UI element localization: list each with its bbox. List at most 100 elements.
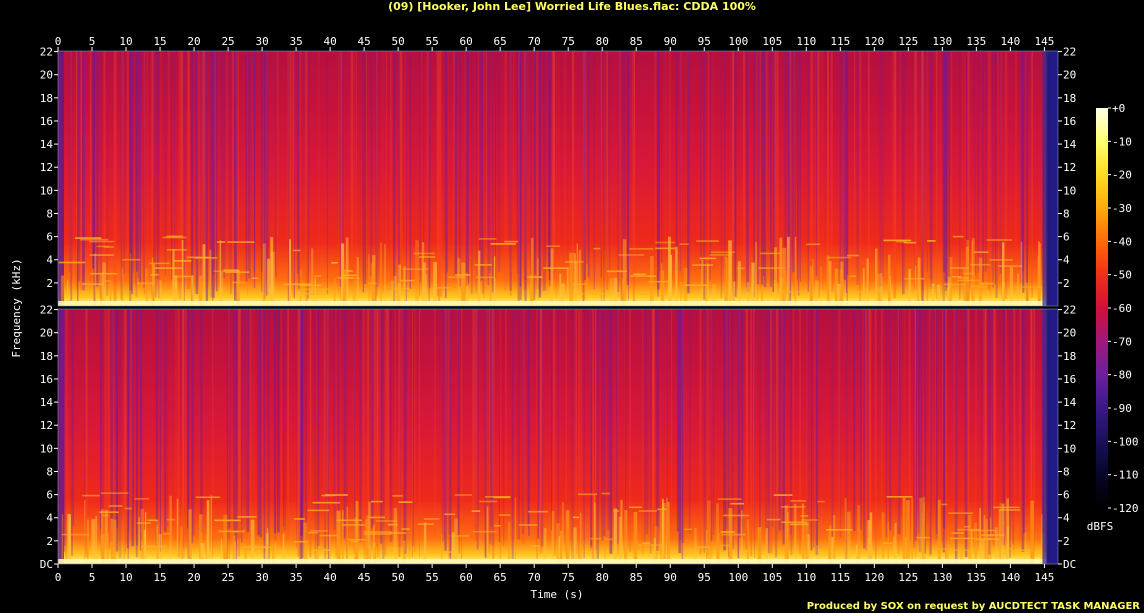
x-tick-label-bottom: 20 <box>187 571 200 584</box>
x-tick-label-top: 95 <box>698 35 711 48</box>
x-tick-label-bottom: 110 <box>796 571 816 584</box>
x-tick-label-bottom: 35 <box>289 571 302 584</box>
y-tick-label-right: 2 <box>1063 535 1070 548</box>
colorbar-tick-label: -10 <box>1112 135 1132 148</box>
x-tick-label-top: 35 <box>289 35 302 48</box>
x-tick-label-top: 45 <box>357 35 370 48</box>
x-tick-label-bottom: 0 <box>55 571 62 584</box>
y-tick-label-right: 8 <box>1063 207 1070 220</box>
x-tick-label-bottom: 40 <box>323 571 336 584</box>
y-tick-label-right: 18 <box>1063 92 1076 105</box>
x-tick-label-top: 90 <box>664 35 677 48</box>
x-tick-label-bottom: 95 <box>698 571 711 584</box>
y-tick-label-left: 14 <box>40 396 54 409</box>
y-tick-label-right: 20 <box>1063 327 1076 340</box>
y-tick-label-left: DC <box>40 558 53 571</box>
x-tick-label-top: 60 <box>460 35 473 48</box>
y-tick-label-right: 20 <box>1063 69 1076 82</box>
y-tick-label-left: 10 <box>40 184 53 197</box>
y-tick-label-left: 8 <box>46 207 53 220</box>
x-tick-label-top: 130 <box>932 35 952 48</box>
y-tick-label-left: 18 <box>40 350 53 363</box>
x-tick-label-top: 55 <box>426 35 439 48</box>
x-tick-label-bottom: 5 <box>89 571 96 584</box>
y-tick-label-left: 4 <box>46 512 53 525</box>
x-tick-label-bottom: 75 <box>562 571 575 584</box>
x-tick-label-bottom: 55 <box>426 571 439 584</box>
x-tick-label-bottom: 120 <box>864 571 884 584</box>
colorbar-tick-label: -100 <box>1112 435 1139 448</box>
x-tick-label-bottom: 80 <box>596 571 609 584</box>
x-tick-label-top: 10 <box>119 35 132 48</box>
x-tick-label-bottom: 60 <box>460 571 473 584</box>
x-tick-label-bottom: 25 <box>221 571 234 584</box>
y-tick-label-right: 10 <box>1063 442 1076 455</box>
y-tick-label-left: 16 <box>40 115 53 128</box>
colorbar-tick-label: +0 <box>1112 102 1125 115</box>
y-tick-label-left: 8 <box>46 465 53 478</box>
y-tick-label-left: 10 <box>40 442 53 455</box>
colorbar-tick-label: -60 <box>1112 302 1132 315</box>
x-tick-label-top: 110 <box>796 35 816 48</box>
colorbar-tick-label: -80 <box>1112 369 1132 382</box>
y-tick-label-left: 6 <box>46 489 53 502</box>
x-tick-label-bottom: 10 <box>119 571 132 584</box>
x-tick-label-top: 0 <box>55 35 62 48</box>
y-tick-label-right: 16 <box>1063 115 1076 128</box>
y-tick-label-left: 16 <box>40 373 53 386</box>
y-tick-label-left: 18 <box>40 92 53 105</box>
y-tick-label-right: 2 <box>1063 277 1070 290</box>
y-tick-label-right: 6 <box>1063 489 1070 502</box>
y-tick-label-right: 18 <box>1063 350 1076 363</box>
y-tick-label-left: 2 <box>46 535 53 548</box>
y-tick-label-right: 22 <box>1063 46 1076 59</box>
y-tick-label-left: 22 <box>40 46 53 59</box>
colorbar-tick-label: -90 <box>1112 402 1132 415</box>
x-tick-label-bottom: 145 <box>1034 571 1054 584</box>
colorbar-tick-label: -40 <box>1112 235 1132 248</box>
y-axis-label: Frequency (kHz) <box>10 258 23 357</box>
x-tick-label-top: 20 <box>187 35 200 48</box>
y-tick-label-right: 12 <box>1063 419 1076 432</box>
y-tick-label-right: 14 <box>1063 396 1077 409</box>
y-tick-label-right: 4 <box>1063 254 1070 267</box>
colorbar-tick-label: -50 <box>1112 269 1132 282</box>
x-tick-label-top: 25 <box>221 35 234 48</box>
y-tick-label-left: 22 <box>40 304 53 317</box>
y-tick-label-right: 22 <box>1063 304 1076 317</box>
x-tick-label-top: 135 <box>966 35 986 48</box>
x-tick-label-top: 100 <box>728 35 748 48</box>
x-tick-label-bottom: 130 <box>932 571 952 584</box>
y-tick-label-right: 14 <box>1063 138 1077 151</box>
channel-panel-1 <box>57 50 1059 307</box>
x-tick-label-top: 85 <box>630 35 643 48</box>
x-tick-label-top: 70 <box>528 35 541 48</box>
y-tick-label-right: 4 <box>1063 512 1070 525</box>
y-tick-label-right: DC <box>1063 558 1076 571</box>
x-tick-label-top: 120 <box>864 35 884 48</box>
x-tick-label-bottom: 135 <box>966 571 986 584</box>
x-tick-label-top: 65 <box>494 35 507 48</box>
x-tick-label-top: 125 <box>898 35 918 48</box>
x-tick-label-bottom: 125 <box>898 571 918 584</box>
x-tick-label-bottom: 50 <box>392 571 405 584</box>
y-tick-label-left: 20 <box>40 327 53 340</box>
y-tick-label-right: 10 <box>1063 184 1076 197</box>
x-tick-label-top: 80 <box>596 35 609 48</box>
x-tick-label-bottom: 100 <box>728 571 748 584</box>
x-tick-label-top: 105 <box>762 35 782 48</box>
x-tick-label-top: 30 <box>255 35 268 48</box>
x-tick-label-bottom: 140 <box>1000 571 1020 584</box>
y-tick-label-right: 8 <box>1063 465 1070 478</box>
spectrogram-chart: 0055101015152020252530303535404045455050… <box>10 35 1139 601</box>
x-tick-label-bottom: 115 <box>830 571 850 584</box>
x-tick-label-bottom: 105 <box>762 571 782 584</box>
y-tick-label-left: 4 <box>46 254 53 267</box>
x-tick-label-bottom: 30 <box>255 571 268 584</box>
x-tick-label-top: 40 <box>323 35 336 48</box>
x-tick-label-bottom: 45 <box>357 571 370 584</box>
x-tick-label-bottom: 15 <box>153 571 166 584</box>
colorbar <box>1096 108 1108 508</box>
colorbar-tick-label: -110 <box>1112 469 1139 482</box>
x-tick-label-top: 140 <box>1000 35 1020 48</box>
